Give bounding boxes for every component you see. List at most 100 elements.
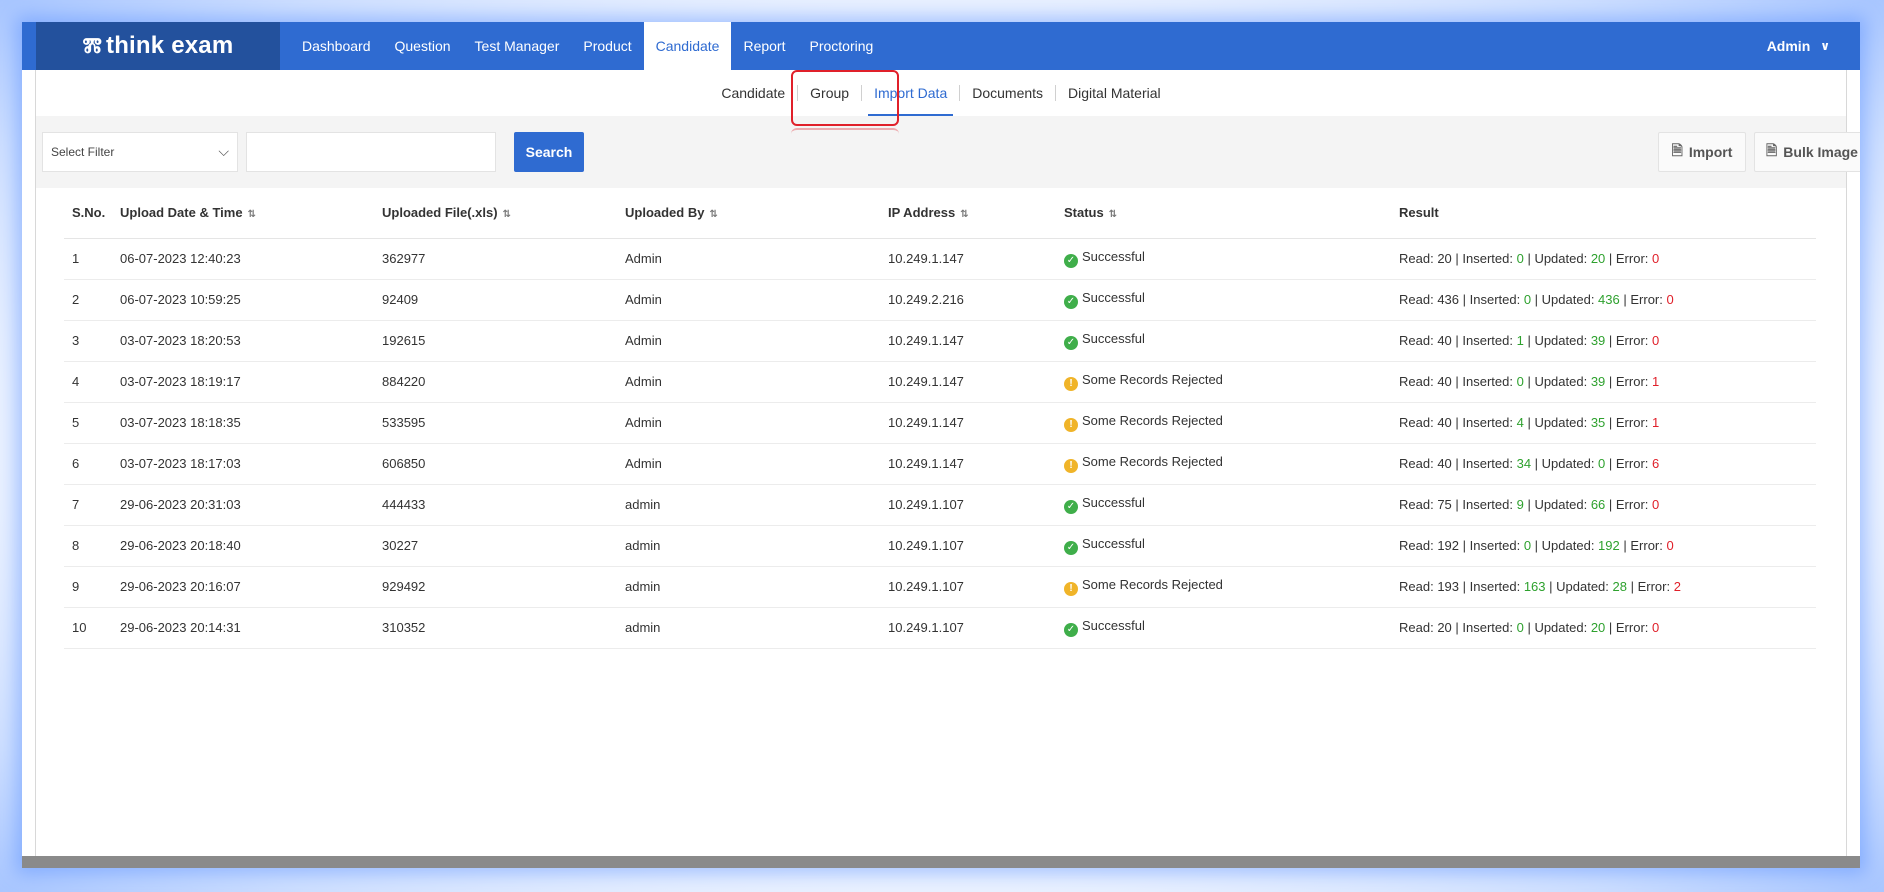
result-error-value: 1: [1652, 374, 1660, 389]
cell-file: 30227: [378, 525, 621, 567]
result-sep: |: [1523, 333, 1535, 348]
nav-item-dashboard[interactable]: Dashboard: [290, 22, 383, 70]
result-updated-value: 28: [1612, 579, 1627, 594]
tab-digital-material[interactable]: Digital Material: [1056, 70, 1173, 116]
header-result: Result: [1395, 188, 1816, 239]
result-label: Inserted:: [1462, 456, 1517, 471]
result-updated-value: 39: [1590, 374, 1606, 389]
cell-file: 606850: [378, 443, 621, 485]
sort-icon[interactable]: ⇅: [960, 209, 968, 220]
tab-candidate[interactable]: Candidate: [709, 70, 797, 116]
table-row[interactable]: 3 03-07-2023 18:20:53 192615 Admin 10.249.1.…: [64, 320, 1816, 362]
table-row[interactable]: 5 03-07-2023 18:18:35 533595 Admin 10.249.1.…: [64, 402, 1816, 444]
result-sep: |: [1605, 333, 1616, 348]
header-file[interactable]: Uploaded File(.xls) ⇅: [378, 188, 621, 239]
bulk-image-label: Bulk Image: [1783, 144, 1858, 160]
cell-ip: 10.249.1.107: [884, 566, 1060, 608]
logo[interactable]: Ⰿ think exam: [36, 22, 280, 70]
cell-uploaded-by: admin: [621, 484, 884, 526]
cell-date: 03-07-2023 18:17:03: [116, 443, 378, 485]
header-date[interactable]: Upload Date & Time ⇅: [116, 188, 378, 239]
nav-item-product[interactable]: Product: [571, 22, 643, 70]
sort-icon[interactable]: ⇅: [1109, 209, 1117, 220]
result-read-value: 40: [1437, 415, 1452, 430]
highlight-reflection: [791, 128, 899, 144]
sort-icon[interactable]: ⇅: [503, 209, 511, 220]
status-text: Successful: [1082, 290, 1145, 305]
table-row[interactable]: 7 29-06-2023 20:31:03 444433 admin 10.249.1.…: [64, 484, 1816, 526]
result-label: Updated:: [1534, 620, 1591, 635]
cell-uploaded-by: Admin: [621, 361, 884, 403]
cell-ip: 10.249.1.107: [884, 607, 1060, 649]
table-row[interactable]: 8 29-06-2023 20:18:40 30227 admin 10.249.1.1…: [64, 525, 1816, 567]
result-label: Inserted:: [1469, 579, 1524, 594]
nav-item-report[interactable]: Report: [731, 22, 797, 70]
result-error-value: 0: [1652, 251, 1660, 266]
cell-status: ✓ Successful: [1060, 238, 1395, 280]
result-label: Read:: [1399, 374, 1438, 389]
logo-mark-icon: Ⰿ: [82, 34, 102, 57]
result-sep: |: [1459, 538, 1470, 553]
cell-file: 929492: [378, 566, 621, 608]
import-button[interactable]: 🗎 Import: [1658, 132, 1746, 172]
result-inserted-value: 9: [1516, 497, 1524, 512]
cell-status: ✓ Successful: [1060, 607, 1395, 649]
table-row[interactable]: 4 03-07-2023 18:19:17 884220 Admin 10.249.1.…: [64, 361, 1816, 403]
nav-item-proctoring[interactable]: Proctoring: [797, 22, 885, 70]
tab-documents[interactable]: Documents: [960, 70, 1055, 116]
result-updated-value: 436: [1598, 292, 1620, 307]
cell-date: 03-07-2023 18:18:35: [116, 402, 378, 444]
result-read-value: 193: [1437, 579, 1460, 594]
result-inserted-value: 0: [1516, 620, 1524, 635]
nav-item-question[interactable]: Question: [383, 22, 463, 70]
cell-status: ! Some Records Rejected: [1060, 402, 1395, 444]
header-status[interactable]: Status ⇅: [1060, 188, 1395, 239]
filter-select[interactable]: Select Filter ⌵: [42, 132, 238, 172]
result-sep: |: [1626, 579, 1638, 594]
nav-item-candidate[interactable]: Candidate: [643, 22, 732, 70]
cell-file: 362977: [378, 238, 621, 280]
exclamation-circle-icon: !: [1064, 377, 1078, 391]
sub-nav: Candidate Group Import Data Documents Digita…: [36, 70, 1846, 116]
cell-result: Read: 436 | Inserted: 0 | Updated: 436 |…: [1395, 279, 1816, 321]
cell-uploaded-by: Admin: [621, 402, 884, 444]
result-inserted-value: 1: [1516, 333, 1524, 348]
cell-status: ✓ Successful: [1060, 279, 1395, 321]
header-ip[interactable]: IP Address ⇅: [884, 188, 1060, 239]
result-label: Read:: [1399, 579, 1438, 594]
chevron-down-icon: ⌵: [218, 143, 229, 159]
table-row[interactable]: 1 06-07-2023 12:40:23 362977 Admin 10.249.1.…: [64, 238, 1816, 280]
result-label: Read:: [1399, 292, 1438, 307]
cell-sno: 1: [64, 238, 116, 280]
cell-result: Read: 40 | Inserted: 0 | Updated: 39 | E…: [1395, 361, 1816, 403]
cell-ip: 10.249.1.107: [884, 525, 1060, 567]
result-label: Updated:: [1541, 538, 1599, 553]
nav-item-test-manager[interactable]: Test Manager: [463, 22, 572, 70]
cell-ip: 10.249.1.147: [884, 402, 1060, 444]
sort-icon[interactable]: ⇅: [248, 209, 256, 220]
exclamation-circle-icon: !: [1064, 582, 1078, 596]
result-sep: |: [1619, 292, 1631, 307]
table-row[interactable]: 2 06-07-2023 10:59:25 92409 Admin 10.249.2.2…: [64, 279, 1816, 321]
header-uploaded-by[interactable]: Uploaded By ⇅: [621, 188, 884, 239]
result-sep: |: [1451, 497, 1463, 512]
sort-icon[interactable]: ⇅: [709, 209, 717, 220]
user-menu[interactable]: Admin ∨: [1767, 22, 1830, 70]
result-sep: |: [1523, 251, 1535, 266]
result-read-value: 40: [1437, 333, 1452, 348]
cell-status: ! Some Records Rejected: [1060, 361, 1395, 403]
search-button[interactable]: Search: [514, 132, 584, 172]
result-sep: |: [1523, 620, 1535, 635]
check-circle-icon: ✓: [1064, 254, 1078, 268]
result-sep: |: [1451, 374, 1463, 389]
result-error-value: 0: [1652, 497, 1660, 512]
table-row[interactable]: 9 29-06-2023 20:16:07 929492 admin 10.249.1.…: [64, 566, 1816, 608]
search-input[interactable]: [246, 132, 496, 172]
bulk-image-button[interactable]: 🗎 Bulk Image: [1754, 132, 1860, 172]
result-sep: |: [1523, 374, 1535, 389]
bottom-border: [22, 856, 1860, 868]
result-label: Inserted:: [1462, 620, 1517, 635]
table-row[interactable]: 10 29-06-2023 20:14:31 310352 admin 10.249.1…: [64, 607, 1816, 649]
check-circle-icon: ✓: [1064, 623, 1078, 637]
table-row[interactable]: 6 03-07-2023 18:17:03 606850 Admin 10.249.1.…: [64, 443, 1816, 485]
